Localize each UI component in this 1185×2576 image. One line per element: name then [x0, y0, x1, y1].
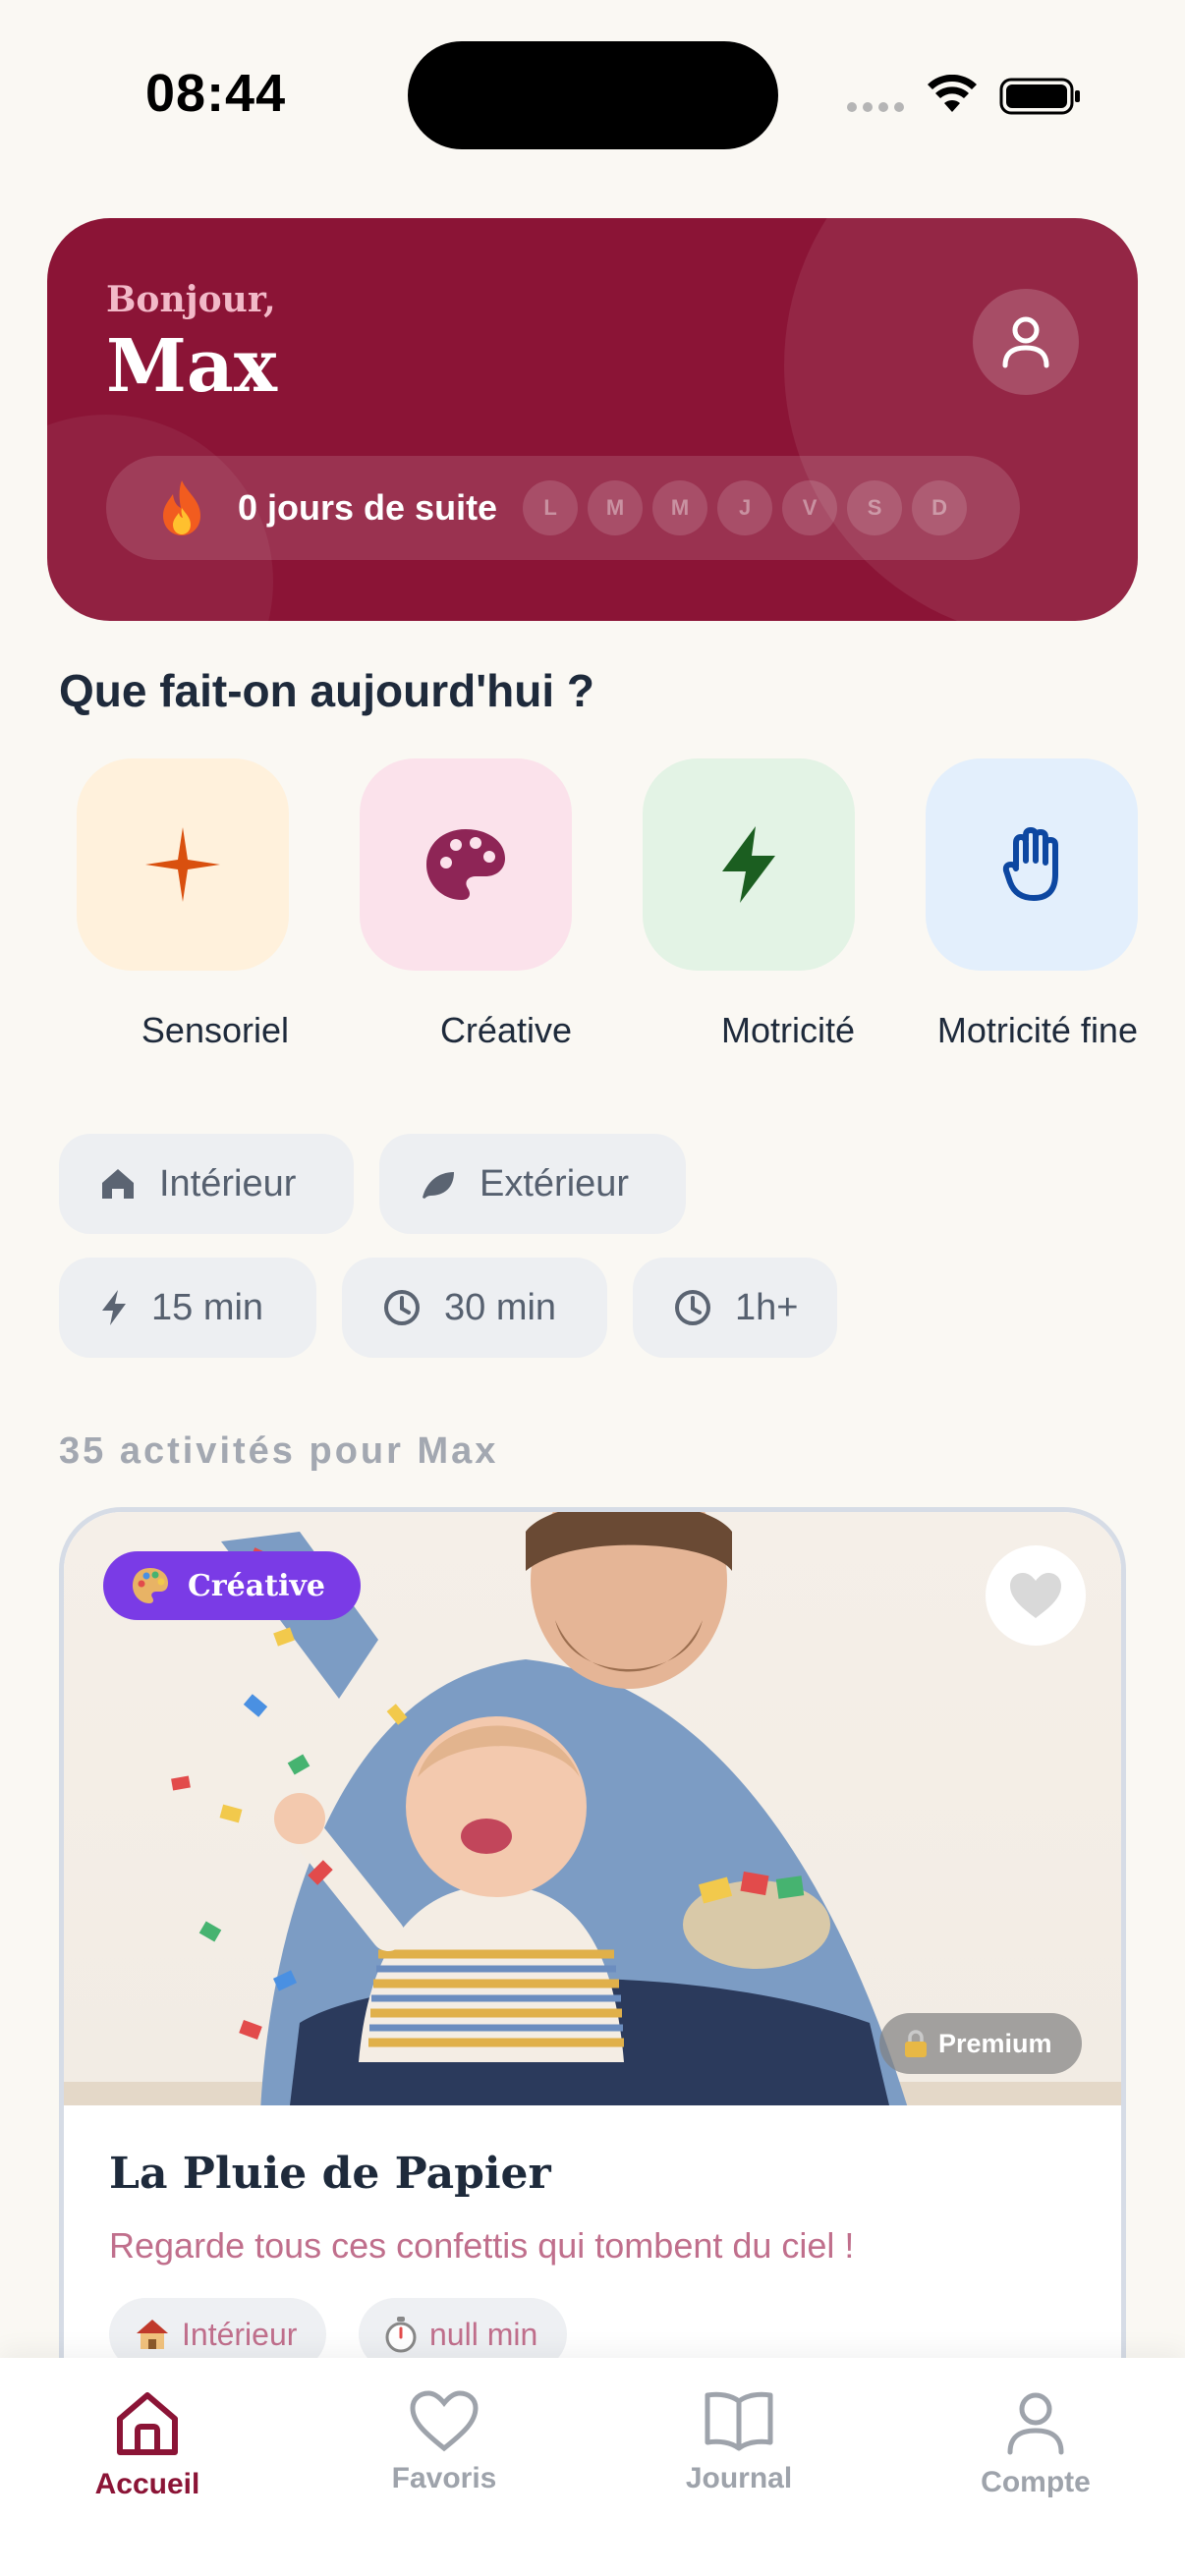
- activity-subtitle: Regarde tous ces confettis qui tombent d…: [109, 2225, 855, 2266]
- filter-label: 30 min: [444, 1286, 557, 1328]
- filter-30-min[interactable]: 30 min: [342, 1258, 607, 1358]
- sparkle-icon: [145, 827, 220, 902]
- weekday-wed: M: [652, 480, 708, 535]
- premium-badge: Premium: [879, 2013, 1082, 2074]
- category-badge-label: Créative: [188, 1568, 325, 1603]
- filter-exterieur[interactable]: Extérieur: [379, 1134, 686, 1234]
- category-tile[interactable]: [643, 758, 855, 971]
- child-name: Max: [106, 324, 277, 409]
- filter-15-min[interactable]: 15 min: [59, 1258, 316, 1358]
- category-badge: Créative: [103, 1551, 361, 1620]
- status-bar: 08:44: [0, 0, 1185, 196]
- lightning-icon: [102, 1290, 126, 1325]
- battery-icon: [999, 78, 1080, 115]
- filter-1h-plus[interactable]: 1h+: [633, 1258, 837, 1358]
- leaf-icon: [423, 1172, 454, 1199]
- filter-label: Extérieur: [480, 1162, 630, 1204]
- clock-icon: [384, 1290, 420, 1325]
- filter-label: Intérieur: [159, 1162, 297, 1204]
- heart-icon: [1010, 1573, 1061, 1618]
- stopwatch-emoji-icon: [385, 2317, 417, 2353]
- book-icon: [705, 2391, 773, 2451]
- filter-interieur[interactable]: Intérieur: [59, 1134, 354, 1234]
- lock-icon: [905, 2030, 927, 2057]
- nav-label: Compte: [981, 2466, 1091, 2498]
- hand-icon: [1002, 827, 1058, 901]
- tag-label: Intérieur: [182, 2316, 298, 2352]
- user-icon: [1002, 316, 1049, 368]
- nav-label: Favoris: [391, 2462, 497, 2494]
- bottom-nav: Accueil Favoris Journal Compte: [0, 2358, 1185, 2576]
- house-emoji-icon: [137, 2320, 168, 2349]
- category-label: Sensoriel: [141, 1010, 289, 1050]
- category-tile[interactable]: [360, 758, 572, 971]
- activity-photo: Créative Premium: [64, 1512, 1121, 2105]
- palette-icon: [426, 829, 505, 900]
- category-creative[interactable]: Créative: [360, 758, 572, 1051]
- lightning-icon: [722, 826, 775, 903]
- user-icon: [1007, 2392, 1064, 2455]
- profile-button[interactable]: [973, 289, 1079, 395]
- category-label: Créative: [439, 1010, 572, 1050]
- wifi-icon: [928, 75, 977, 112]
- section-title: Que fait-on aujourd'hui ?: [59, 665, 594, 716]
- greeting-card: Bonjour, Max 0 jours de suite L M M J V …: [47, 218, 1138, 621]
- home-icon: [102, 1169, 134, 1199]
- filter-label: 15 min: [151, 1286, 264, 1328]
- status-time: 08:44: [145, 64, 287, 123]
- category-motricite-fine[interactable]: Motricité fine: [926, 758, 1138, 1051]
- decor-circle: [784, 218, 1138, 621]
- nav-compte[interactable]: Compte: [928, 2389, 1144, 2499]
- category-motricite[interactable]: Motricité: [643, 758, 855, 1051]
- weekday-thu: J: [717, 480, 773, 535]
- activity-count: 35 activités pour Max: [59, 1430, 499, 1472]
- filter-label: 1h+: [735, 1286, 799, 1328]
- nav-label: Journal: [685, 2462, 793, 2494]
- tag-label: null min: [429, 2316, 538, 2352]
- nav-label: Accueil: [94, 2468, 200, 2500]
- nav-journal[interactable]: Journal: [631, 2389, 847, 2495]
- category-label: Motricité: [720, 1010, 855, 1050]
- category-tile[interactable]: [77, 758, 289, 971]
- category-tile[interactable]: [926, 758, 1138, 971]
- palette-emoji-icon: [133, 1568, 168, 1603]
- greeting-text: Bonjour,: [106, 279, 276, 320]
- weekday-sun: D: [912, 480, 968, 535]
- heart-icon: [410, 2390, 479, 2452]
- streak-count: 0 jours de suite: [238, 487, 498, 528]
- premium-label: Premium: [938, 2028, 1052, 2058]
- weekday-mon: L: [523, 480, 579, 535]
- fire-icon: [163, 480, 200, 535]
- signal-icon: [847, 102, 904, 112]
- nav-favoris[interactable]: Favoris: [336, 2389, 552, 2495]
- weekday-sat: S: [847, 480, 903, 535]
- clock-icon: [675, 1290, 710, 1325]
- weekday-fri: V: [782, 480, 838, 535]
- category-label: Motricité fine: [936, 1010, 1138, 1050]
- activity-title: La Pluie de Papier: [109, 2149, 551, 2199]
- dynamic-island: [408, 41, 778, 149]
- category-sensoriel[interactable]: Sensoriel: [77, 758, 289, 1051]
- weekday-tue: M: [588, 480, 644, 535]
- streak-bar: 0 jours de suite L M M J V S D: [106, 456, 1020, 560]
- home-icon: [117, 2392, 178, 2455]
- weekday-tracker: L M M J V S D: [523, 480, 968, 535]
- favorite-button[interactable]: [986, 1545, 1086, 1646]
- nav-accueil[interactable]: Accueil: [39, 2389, 255, 2501]
